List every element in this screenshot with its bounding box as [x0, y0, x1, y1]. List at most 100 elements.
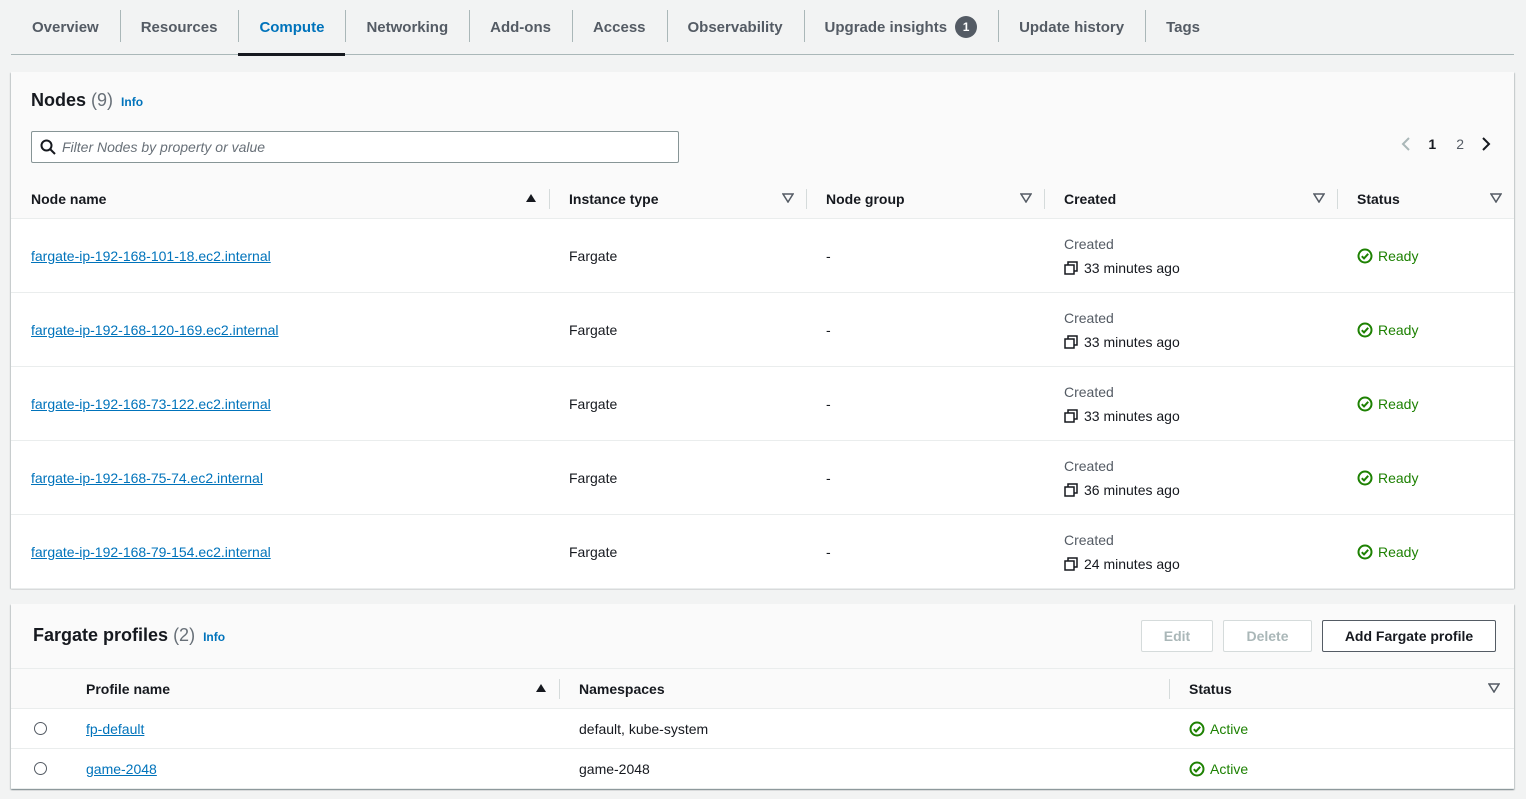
col-node-group[interactable]: Node group	[806, 179, 1044, 218]
status-badge: Ready	[1357, 544, 1418, 560]
count-badge: 1	[955, 16, 978, 38]
status-badge: Ready	[1357, 396, 1418, 412]
instance-type: Fargate	[569, 321, 618, 338]
col-profile-status[interactable]: Status	[1169, 669, 1512, 708]
status-text: Ready	[1378, 321, 1419, 338]
tab-compute[interactable]: Compute	[238, 0, 346, 56]
sort-icon[interactable]	[1490, 193, 1502, 203]
nodes-table-body: fargate-ip-192-168-101-18.ec2.internal Fa…	[11, 219, 1514, 589]
created-time: 33 minutes ago	[1064, 260, 1180, 276]
node-name-link[interactable]: fargate-ip-192-168-75-74.ec2.internal	[31, 470, 263, 486]
status-badge: Ready	[1357, 322, 1418, 338]
col-label: Created	[1064, 190, 1117, 207]
col-namespaces[interactable]: Namespaces	[559, 669, 1169, 708]
instance-type: Fargate	[569, 395, 618, 412]
tab-update-history[interactable]: Update history	[998, 0, 1145, 54]
col-profile-name[interactable]: Profile name	[66, 669, 559, 708]
instance-type: Fargate	[569, 469, 618, 486]
sort-icon[interactable]	[1020, 193, 1032, 203]
node-name-link[interactable]: fargate-ip-192-168-101-18.ec2.internal	[31, 248, 271, 264]
nodes-titlebar: Nodes (9) Info	[31, 90, 143, 111]
profiles-table-body: fp-default default, kube-system Active game…	[11, 709, 1514, 789]
sort-icon[interactable]	[782, 193, 794, 203]
sort-ascending-icon[interactable]	[535, 683, 547, 693]
created-time: 24 minutes ago	[1064, 556, 1180, 572]
nodes-info-link[interactable]: Info	[121, 95, 143, 109]
created-value: 33 minutes ago	[1084, 333, 1180, 350]
col-created[interactable]: Created	[1044, 179, 1337, 218]
nodes-filter-input[interactable]	[62, 139, 662, 155]
add-fargate-profile-button[interactable]: Add Fargate profile	[1322, 620, 1496, 652]
nodes-title: Nodes (9)	[31, 90, 113, 111]
search-icon	[40, 139, 56, 155]
col-label: Node group	[826, 190, 905, 207]
row-radio[interactable]	[34, 722, 47, 735]
col-label: Namespaces	[579, 680, 665, 697]
copy-icon[interactable]	[1064, 556, 1078, 571]
col-label: Node name	[31, 190, 107, 207]
profiles-titlebar: Fargate profiles (2) Info	[33, 625, 225, 646]
node-name-link[interactable]: fargate-ip-192-168-120-169.ec2.internal	[31, 322, 279, 338]
node-name-link[interactable]: fargate-ip-192-168-73-122.ec2.internal	[31, 396, 271, 412]
copy-icon[interactable]	[1064, 260, 1078, 275]
node-name-link[interactable]: fargate-ip-192-168-79-154.ec2.internal	[31, 544, 271, 560]
created-value: 33 minutes ago	[1084, 407, 1180, 424]
row-radio[interactable]	[34, 762, 47, 775]
nodes-filter	[31, 131, 679, 163]
created-label: Created	[1064, 309, 1114, 326]
sort-icon[interactable]	[1313, 193, 1325, 203]
tab-observability[interactable]: Observability	[666, 0, 804, 54]
chevron-left-icon[interactable]	[1400, 136, 1412, 152]
tab-label: Resources	[140, 18, 218, 36]
tab-tags[interactable]: Tags	[1145, 0, 1221, 54]
copy-icon[interactable]	[1064, 408, 1078, 423]
created-time: 36 minutes ago	[1064, 482, 1180, 498]
status-text: Ready	[1378, 395, 1419, 412]
tab-overview[interactable]: Overview	[11, 0, 120, 54]
tab-label: Networking	[366, 18, 449, 36]
tab-networking[interactable]: Networking	[345, 0, 469, 54]
col-label: Instance type	[569, 190, 659, 207]
tab-access[interactable]: Access	[571, 0, 667, 54]
status-badge: Ready	[1357, 248, 1418, 264]
status-success-icon	[1189, 761, 1205, 776]
page-2[interactable]: 2	[1452, 136, 1468, 152]
sort-ascending-icon[interactable]	[525, 193, 537, 203]
page-1[interactable]: 1	[1424, 136, 1440, 152]
tab-label: Compute	[259, 18, 325, 36]
status-text: Ready	[1378, 543, 1419, 560]
delete-button[interactable]: Delete	[1223, 620, 1312, 652]
copy-icon[interactable]	[1064, 334, 1078, 349]
col-label: Status	[1189, 680, 1232, 697]
instance-type: Fargate	[569, 543, 618, 560]
edit-button[interactable]: Edit	[1141, 620, 1213, 652]
col-label: Status	[1357, 190, 1400, 207]
status-badge: Ready	[1357, 470, 1418, 486]
nodes-count: (9)	[91, 90, 114, 110]
profiles-table-header: Profile name Namespaces Status	[11, 669, 1514, 709]
status-text: Active	[1210, 760, 1249, 777]
sort-icon[interactable]	[1488, 683, 1500, 693]
col-instance-type[interactable]: Instance type	[549, 179, 806, 218]
col-node-name[interactable]: Node name	[11, 179, 549, 218]
tab-label: Add-ons	[490, 18, 551, 36]
copy-icon[interactable]	[1064, 482, 1078, 497]
table-row: fargate-ip-192-168-73-122.ec2.internal Fa…	[11, 367, 1514, 441]
created-label: Created	[1064, 531, 1114, 548]
created-label: Created	[1064, 383, 1114, 400]
tab-resources[interactable]: Resources	[119, 0, 239, 54]
fargate-profiles-panel: Fargate profiles (2) Info Edit Delete Ad…	[11, 604, 1514, 789]
profile-name-link[interactable]: game-2048	[86, 761, 157, 777]
status-badge: Active	[1189, 761, 1248, 777]
col-status[interactable]: Status	[1337, 179, 1514, 218]
profiles-info-link[interactable]: Info	[203, 630, 225, 644]
tab-label: Update history	[1019, 18, 1125, 36]
profiles-count: (2)	[173, 625, 196, 645]
tab-add-ons[interactable]: Add-ons	[469, 0, 572, 54]
status-success-icon	[1357, 396, 1373, 411]
profiles-actions: Edit Delete Add Fargate profile	[1141, 620, 1496, 652]
tab-upgrade-insights[interactable]: Upgrade insights 1	[803, 0, 999, 54]
chevron-right-icon[interactable]	[1480, 136, 1492, 152]
profile-name-link[interactable]: fp-default	[86, 721, 144, 737]
status-success-icon	[1357, 544, 1373, 559]
